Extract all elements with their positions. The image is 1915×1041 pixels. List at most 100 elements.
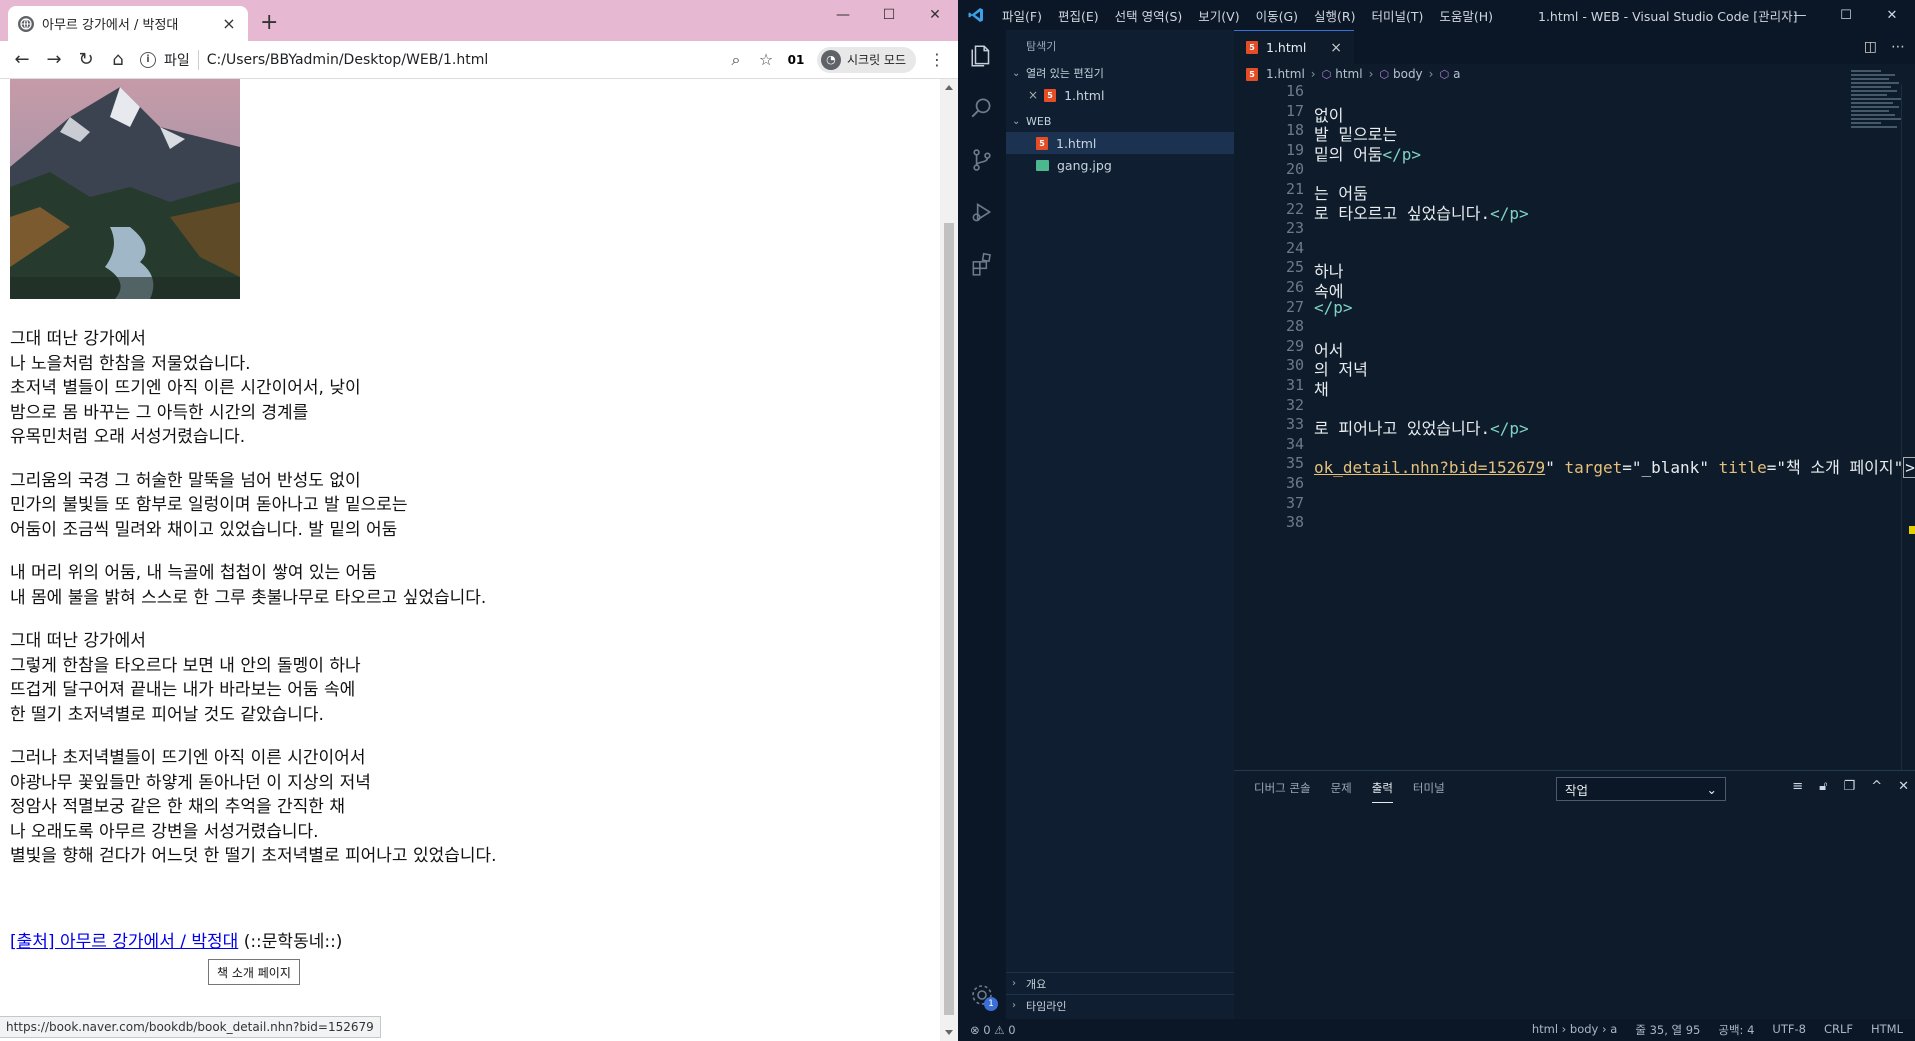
extensions-icon[interactable] [958, 238, 1006, 290]
url-text[interactable]: C:/Users/BBYadmin/Desktop/WEB/1.html [207, 52, 717, 68]
menu-item[interactable]: 실행(R) [1306, 6, 1363, 25]
poem-line: 내 몸에 불을 밝혀 스스로 한 그루 촛불나무로 타오르고 싶었습니다. [10, 587, 487, 608]
status-item[interactable]: html › body › a [1532, 1022, 1618, 1038]
home-icon[interactable]: ⌂ [102, 44, 134, 76]
line-number: 26 [1285, 278, 1304, 296]
scroll-down-icon[interactable] [945, 1030, 953, 1035]
status-item[interactable]: CRLF [1824, 1022, 1853, 1038]
status-item[interactable]: UTF-8 [1772, 1022, 1806, 1038]
poem-stanza: 내 머리 위의 어둠, 내 늑골에 첩첩이 쌓여 있는 어둠내 몸에 불을 밝혀… [10, 561, 497, 610]
timeline-section[interactable]: › 타임라인 [1006, 994, 1234, 1016]
cursor-marker [1909, 526, 1915, 534]
source-control-icon[interactable] [958, 134, 1006, 186]
new-tab-button[interactable]: + [260, 12, 278, 34]
split-editor-icon[interactable]: ◫ [1864, 39, 1877, 55]
forward-arrow-icon[interactable]: → [38, 44, 70, 76]
code-line[interactable]: 로 피어나고 있었습니다.</p> [1314, 415, 1529, 439]
code-line[interactable]: 밑의 어둠</p> [1314, 141, 1421, 165]
panel-tab[interactable]: 출력 [1371, 774, 1393, 803]
incognito-label: 시크릿 모드 [846, 53, 906, 67]
menu-item[interactable]: 터미널(T) [1364, 6, 1432, 25]
maximize-icon[interactable]: ☐ [866, 0, 912, 30]
minimize-icon[interactable]: — [820, 0, 866, 30]
clear-output-icon[interactable]: ≡ [1792, 779, 1803, 794]
close-editor-icon[interactable]: × [1028, 88, 1038, 102]
browser-menu-icon[interactable]: ⋮ [922, 45, 952, 75]
line-number: 30 [1285, 356, 1304, 375]
workspace-section[interactable]: ⌄ WEB [1006, 110, 1234, 132]
extension-badge[interactable]: 01 [781, 53, 811, 67]
bookmark-star-icon[interactable]: ☆ [751, 45, 781, 75]
zoom-icon[interactable]: ⌕ [721, 45, 751, 75]
breadcrumb-item[interactable]: body [1393, 67, 1423, 81]
close-tab-icon[interactable]: × [1330, 40, 1342, 56]
browser-tab[interactable]: 아무르 강가에서 / 박정대 × [8, 6, 248, 41]
minimap[interactable] [1851, 70, 1903, 140]
scroll-up-icon[interactable] [945, 85, 953, 90]
poem-line: 내 머리 위의 어둠, 내 늑골에 첩첩이 쌓여 있는 어둠 [10, 563, 377, 583]
breadcrumb-item[interactable]: html [1335, 67, 1362, 81]
close-tab-icon[interactable]: × [220, 14, 238, 33]
settings-badge: 1 [984, 997, 998, 1011]
breadcrumb-item[interactable]: 1.html [1266, 67, 1305, 81]
panel-tab[interactable]: 디버그 콘솔 [1254, 774, 1311, 802]
scroll-thumb[interactable] [944, 223, 954, 1015]
code-line[interactable]: 채 [1314, 376, 1329, 400]
editor-tab-active[interactable]: 5 1.html × [1234, 30, 1354, 64]
breadcrumb-item[interactable]: a [1453, 67, 1460, 81]
open-editor-item[interactable]: × 5 1.html [1006, 84, 1234, 106]
maximize-icon[interactable]: ☐ [1823, 0, 1869, 30]
more-actions-icon[interactable]: ⋯ [1891, 39, 1905, 55]
status-item[interactable]: 줄 35, 열 95 [1635, 1022, 1700, 1038]
minimize-icon[interactable]: — [1777, 0, 1823, 30]
line-number: 32 [1285, 395, 1304, 414]
menu-item[interactable]: 도움말(H) [1431, 6, 1501, 25]
reload-icon[interactable]: ↻ [70, 44, 102, 76]
editor-scrollbar[interactable] [1901, 84, 1915, 770]
menu-item[interactable]: 이동(G) [1248, 6, 1306, 25]
file-item-image[interactable]: gang.jpg [1006, 154, 1234, 176]
open-log-icon[interactable]: ❐ [1844, 779, 1856, 794]
explorer-sidebar: 탐색기 ⌄ 열려 있는 편집기 × 5 1.html ⌄ WEB 5 1.htm… [1006, 30, 1234, 1019]
code-line[interactable]: ok_detail.nhn?bid=152679" target="_blank… [1314, 454, 1915, 479]
menu-item[interactable]: 파일(F) [994, 6, 1050, 25]
code-line[interactable]: </p> [1314, 298, 1353, 317]
browser-scrollbar[interactable] [940, 79, 958, 1041]
back-arrow-icon[interactable]: ← [6, 44, 38, 76]
status-item[interactable]: 공백: 4 [1718, 1022, 1754, 1038]
close-window-icon[interactable]: ✕ [1869, 0, 1915, 30]
outline-section[interactable]: › 개요 [1006, 972, 1234, 994]
editor-actions: ◫ ⋯ [1864, 30, 1915, 64]
html-file-icon: 5 [1036, 136, 1048, 150]
vscode-window: 파일(F) 편집(E) 선택 영역(S) 보기(V) 이동(G) 실행(R) 터미널(T) 도… [958, 0, 1915, 1041]
address-bar[interactable]: i 파일 C:/Users/BBYadmin/Desktop/WEB/1.htm… [140, 45, 717, 75]
source-link[interactable]: [출처] 아무르 강가에서 / 박정대 [10, 932, 238, 952]
status-item[interactable]: HTML [1871, 1022, 1903, 1038]
breadcrumb: 5 1.html › ⬡ html › ⬡ body › ⬡ a [1234, 64, 1915, 84]
code-line[interactable]: 로 타오르고 싶었습니다.</p> [1314, 200, 1529, 224]
symbol-icon: ⬡ [1321, 67, 1332, 81]
menu-item[interactable]: 선택 영역(S) [1107, 6, 1191, 25]
panel-tab[interactable]: 터미널 [1413, 774, 1445, 802]
search-icon[interactable] [958, 82, 1006, 134]
info-icon[interactable]: i [140, 51, 156, 68]
code-editor[interactable]: 16 17 없이 18 발 밑으로는 19 밑의 어둠</p> 20 21 는 어둠 22 로 타오르… [1234, 82, 1915, 770]
menu-item[interactable]: 편집(E) [1050, 6, 1107, 25]
poem-line: 한 떨기 초저녁별로 피어날 것도 같았습니다. [10, 704, 324, 725]
vscode-status-bar: ⊗ 0 ⚠ 0 html › body › a 줄 35, 열 95 공백: 4 UT… [958, 1019, 1915, 1041]
problems-status[interactable]: ⊗ 0 ⚠ 0 [970, 1023, 1016, 1037]
menu-item[interactable]: 보기(V) [1190, 6, 1247, 25]
lock-icon[interactable]: 🔓︎ [1819, 779, 1827, 794]
book-intro-button[interactable]: 책 소개 페이지 [208, 959, 300, 985]
close-window-icon[interactable]: ✕ [912, 0, 958, 30]
close-panel-icon[interactable]: ✕ [1898, 779, 1909, 794]
settings-gear-icon[interactable]: 1 [970, 983, 998, 1011]
explorer-icon[interactable] [958, 30, 1006, 82]
run-debug-icon[interactable] [958, 186, 1006, 238]
panel-tab[interactable]: 문제 [1331, 774, 1352, 802]
open-editors-section[interactable]: ⌄ 열려 있는 편집기 [1006, 62, 1234, 84]
maximize-panel-icon[interactable]: ^ [1871, 779, 1882, 794]
incognito-indicator[interactable]: ◔ 시크릿 모드 [816, 46, 916, 73]
file-item-html[interactable]: 5 1.html [1006, 132, 1234, 154]
output-channel-select[interactable]: 작업 ⌄ [1556, 777, 1726, 801]
